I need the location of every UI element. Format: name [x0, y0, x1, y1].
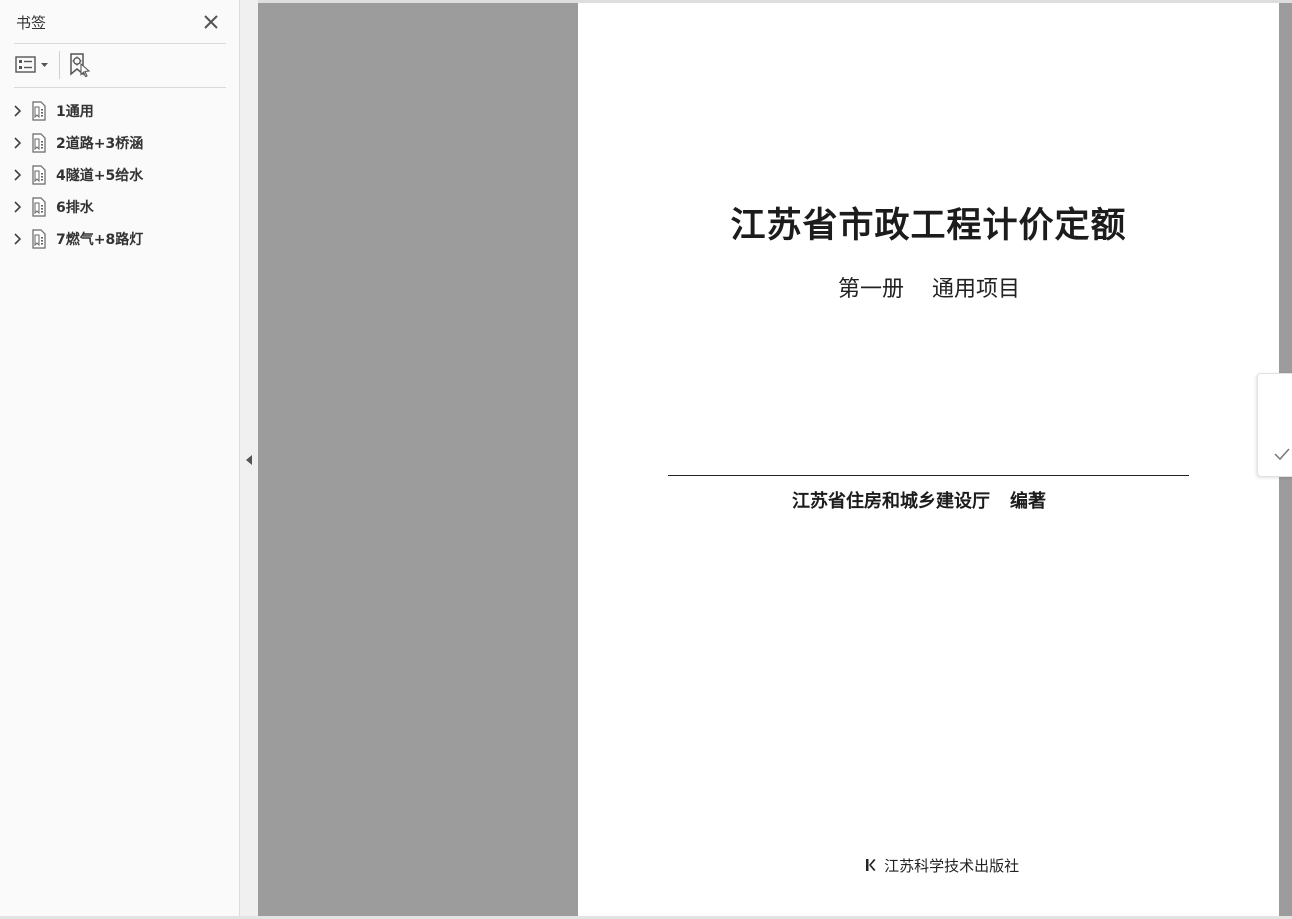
- chevron-right-icon[interactable]: [11, 199, 23, 213]
- bookmark-label: 2道路+3桥涵: [56, 136, 144, 152]
- publisher-logo-icon: [864, 857, 876, 873]
- bookmarks-toolbar: [0, 45, 239, 87]
- chevron-right-icon[interactable]: [11, 167, 23, 181]
- document-title: 江苏省市政工程计价定额: [730, 206, 1127, 246]
- document-subtitle: 第一册 通用项目: [838, 271, 1020, 303]
- document-page: 江苏省市政工程计价定额 第一册 通用项目 江苏省住房和城乡建设厅 编著 江苏科学技术…: [578, 3, 1279, 919]
- chevron-right-icon[interactable]: [11, 135, 23, 149]
- bookmark-page-icon: [31, 133, 49, 153]
- pdf-viewer-window: 书签 1通用 2道路+3桥涵 4隧道+5给水 6排水 7燃气+8路灯 江苏省市政…: [0, 0, 1292, 919]
- volume-number: 第一册: [838, 277, 905, 302]
- toolbar-separator: [59, 51, 60, 79]
- bookmarks-panel-title: 书签: [16, 14, 47, 32]
- bookmark-list: 1通用 2道路+3桥涵 4隧道+5给水 6排水 7燃气+8路灯: [0, 94, 239, 254]
- bookmark-page-icon: [31, 165, 49, 185]
- bookmarks-panel-header: 书签: [0, 0, 239, 44]
- author-role: 编著: [1010, 491, 1046, 512]
- collapse-panel-icon[interactable]: [244, 452, 254, 466]
- volume-name: 通用项目: [932, 277, 1021, 302]
- bookmark-page-icon: [31, 229, 49, 249]
- check-icon[interactable]: [1273, 446, 1291, 461]
- title-rule: [668, 475, 1189, 476]
- bookmark-label: 6排水: [56, 200, 94, 216]
- bookmark-label: 1通用: [56, 104, 94, 120]
- bookmark-item[interactable]: 2道路+3桥涵: [0, 126, 239, 158]
- bookmarks-panel: 书签 1通用 2道路+3桥涵 4隧道+5给水 6排水 7燃气+8路灯: [0, 0, 240, 919]
- document-author: 江苏省住房和城乡建设厅 编著: [792, 487, 1046, 513]
- floating-side-tab[interactable]: [1257, 373, 1292, 477]
- bookmark-page-icon: [31, 101, 49, 121]
- bookmark-label: 4隧道+5给水: [56, 168, 144, 184]
- chevron-right-icon[interactable]: [11, 231, 23, 245]
- bookmark-page-icon: [31, 197, 49, 217]
- panel-splitter[interactable]: [240, 0, 258, 919]
- viewport-top-border: [258, 0, 1292, 3]
- bookmark-item[interactable]: 7燃气+8路灯: [0, 222, 239, 254]
- author-organization: 江苏省住房和城乡建设厅: [792, 491, 990, 512]
- bookmark-item[interactable]: 6排水: [0, 190, 239, 222]
- bookmark-item[interactable]: 4隧道+5给水: [0, 158, 239, 190]
- close-icon[interactable]: [201, 12, 221, 32]
- chevron-right-icon[interactable]: [11, 103, 23, 117]
- new-bookmark-icon[interactable]: [67, 51, 93, 79]
- panel-divider-top: [14, 43, 226, 44]
- publisher-name: 江苏科学技术出版社: [884, 857, 1020, 875]
- bookmark-label: 7燃气+8路灯: [56, 232, 144, 248]
- bookmark-item[interactable]: 1通用: [0, 94, 239, 126]
- document-viewport[interactable]: 江苏省市政工程计价定额 第一册 通用项目 江苏省住房和城乡建设厅 编著 江苏科学技术…: [258, 0, 1292, 919]
- panel-divider-bottom: [14, 87, 226, 88]
- list-options-icon[interactable]: [14, 54, 52, 76]
- publisher: 江苏科学技术出版社: [864, 855, 1019, 876]
